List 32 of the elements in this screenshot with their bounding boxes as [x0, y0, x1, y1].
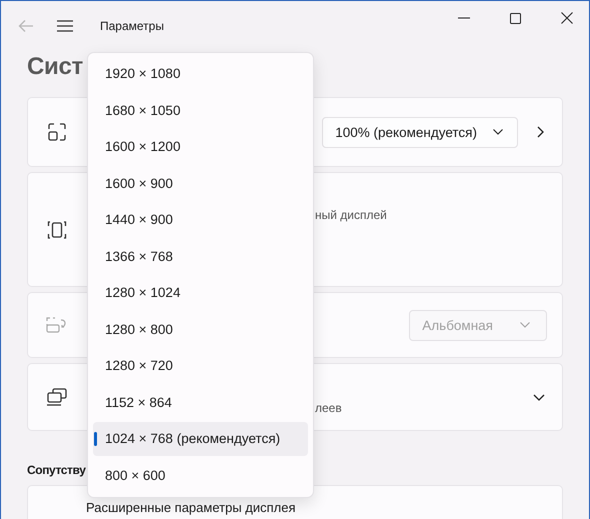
- setting-description: леев: [315, 401, 342, 415]
- menu-item[interactable]: 1280 × 800: [93, 312, 308, 346]
- menu-item[interactable]: 1024 × 768 (рекомендуется): [93, 422, 308, 456]
- caret-icon: [493, 129, 503, 135]
- rotate-screen-icon: [46, 316, 68, 334]
- caret-icon: [520, 322, 530, 328]
- maximize-icon[interactable]: [510, 12, 521, 24]
- minimize-icon[interactable]: [458, 17, 470, 19]
- multiple-displays-icon: [46, 388, 68, 406]
- menu-item[interactable]: 1600 × 900: [93, 166, 308, 200]
- chevron-down-icon[interactable]: [533, 394, 545, 400]
- menu-item[interactable]: 1440 × 900: [93, 203, 308, 236]
- close-icon[interactable]: [561, 12, 573, 24]
- window-title: Параметры: [100, 19, 164, 33]
- menu-item[interactable]: 800 × 600: [93, 458, 308, 492]
- section-heading: Сопутству: [27, 463, 86, 477]
- menu-item[interactable]: 1680 × 1050: [93, 94, 308, 127]
- menu-item[interactable]: 1280 × 1024: [93, 276, 308, 310]
- menu-item[interactable]: 1920 × 1080: [93, 57, 308, 90]
- select-field[interactable]: 100% (рекомендуется): [322, 116, 518, 148]
- selection-indicator: [94, 432, 97, 446]
- scale-icon: [47, 122, 67, 142]
- menu-item[interactable]: 1600 × 1200: [93, 130, 308, 164]
- menu-item[interactable]: 1366 × 768: [93, 240, 308, 273]
- setting-description: ный дисплей: [315, 208, 387, 222]
- resolution-icon: [47, 220, 67, 238]
- menu-item[interactable]: 1152 × 864: [93, 386, 308, 419]
- chevron-right-icon[interactable]: [537, 126, 544, 138]
- page-heading: Сист: [27, 52, 83, 82]
- menu-item[interactable]: 1280 × 720: [93, 349, 308, 382]
- menu-icon[interactable]: [57, 20, 73, 32]
- link-label[interactable]: Расширенные параметры дисплея: [86, 500, 296, 515]
